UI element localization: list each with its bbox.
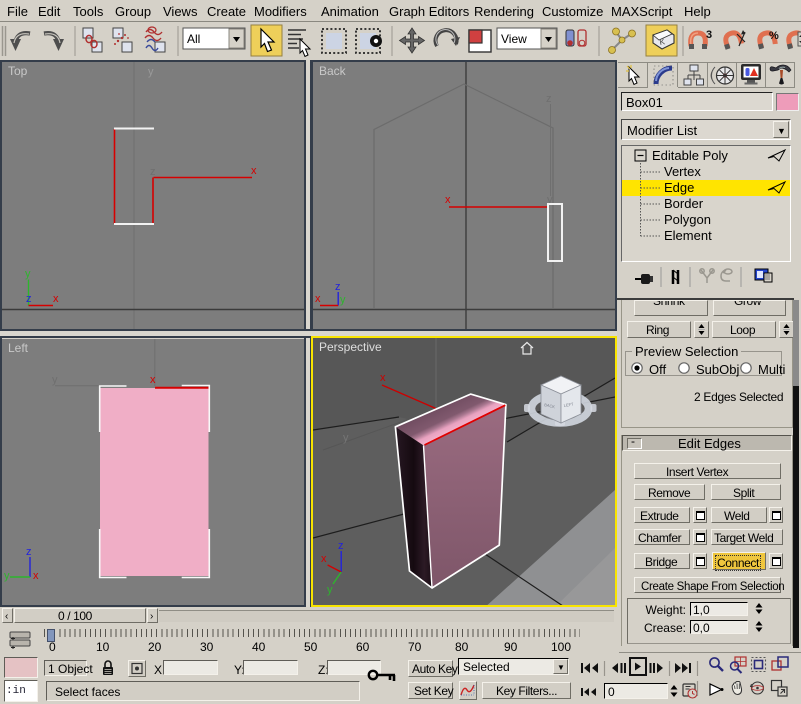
svg-text:3: 3 [706,29,712,41]
svg-text:Border: Border [664,196,704,211]
svg-text:z: z [150,166,156,178]
svg-text:Vertex: Vertex [664,164,701,179]
svg-text:Edge: Edge [664,180,694,195]
svg-text:z: z [335,281,341,293]
svg-text:x: x [251,165,257,177]
svg-text:z: z [26,293,32,305]
svg-text:x: x [150,374,156,386]
svg-text:View: View [501,32,527,46]
svg-text:z: z [546,93,552,105]
svg-text:x: x [380,372,386,384]
svg-text:Element: Element [664,228,712,243]
svg-text:Editable Poly: Editable Poly [652,148,728,163]
svg-text:z: z [338,540,344,552]
svg-text:x: x [53,293,59,305]
svg-text:x: x [445,194,451,206]
svg-text:x: x [315,293,321,305]
svg-text:All: All [187,32,200,46]
svg-text:y: y [148,66,154,78]
svg-text:y: y [327,584,333,596]
svg-text:x: x [33,570,39,582]
svg-text:x: x [321,553,327,565]
svg-text:Polygon: Polygon [664,212,711,227]
svg-text:z: z [26,546,32,558]
svg-text:y: y [343,432,349,444]
svg-text:y: y [52,374,58,386]
svg-text:y: y [340,294,346,306]
svg-text:y: y [4,570,10,582]
svg-text:%: % [769,30,779,42]
svg-text:y: y [25,268,31,280]
